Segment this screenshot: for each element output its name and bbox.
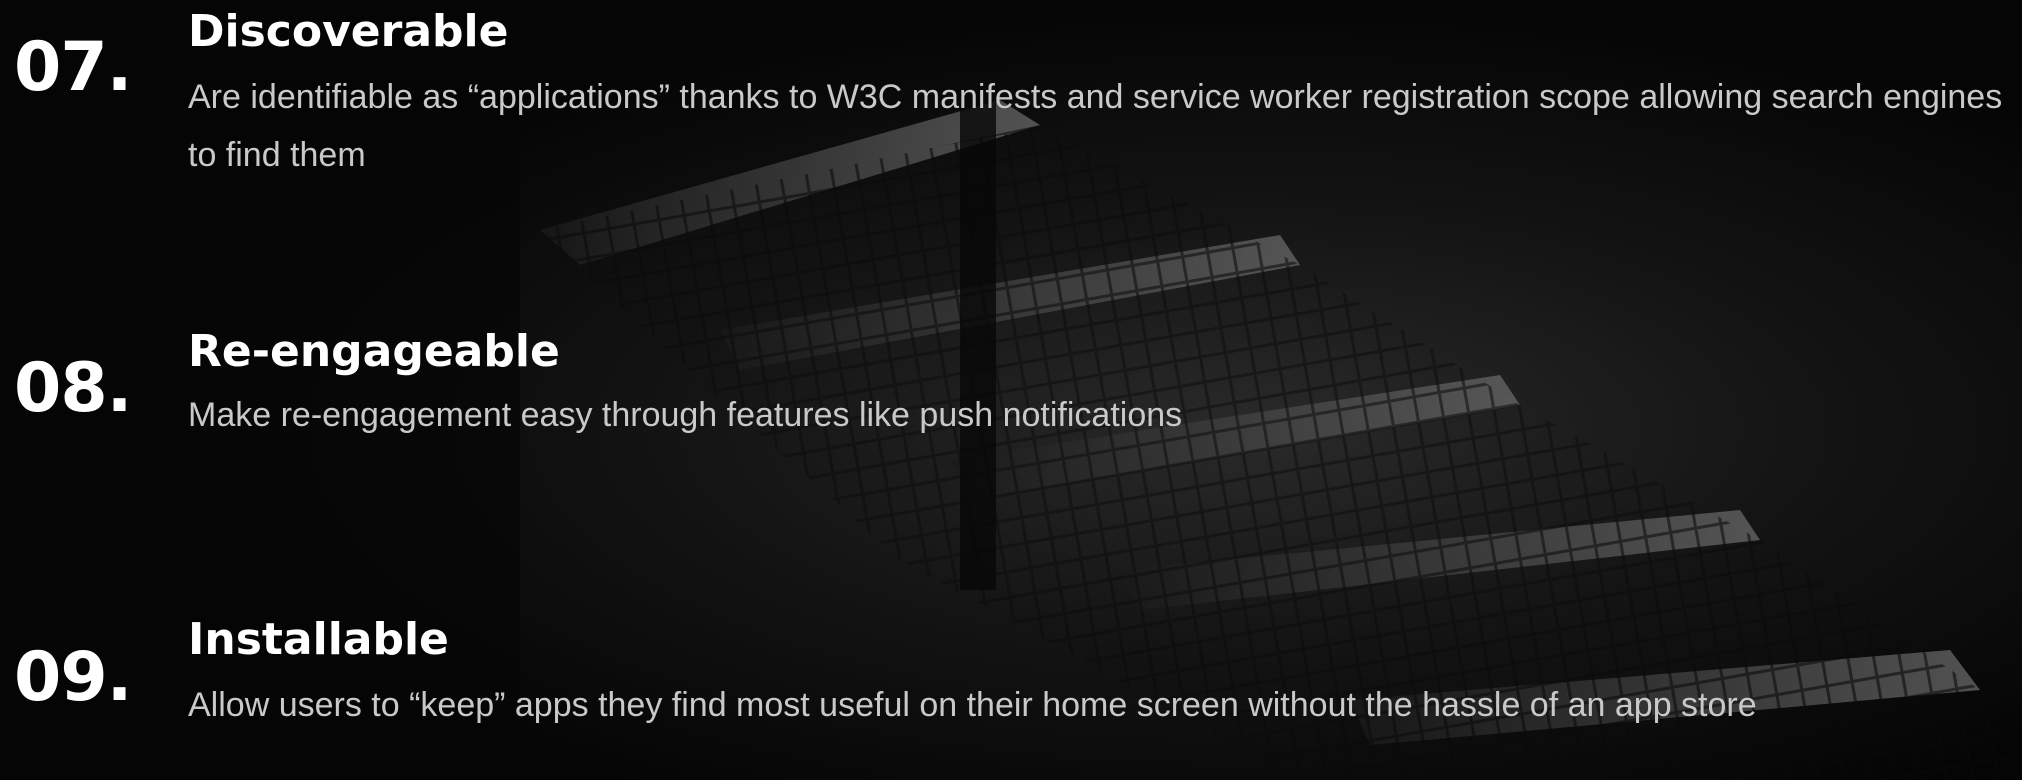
feature-title: Discoverable xyxy=(188,6,509,57)
feature-description: Allow users to “keep” apps they find mos… xyxy=(188,686,1757,724)
feature-number: 07. xyxy=(14,28,132,107)
feature-description: Are identifiable as “applications” thank… xyxy=(188,78,2003,174)
feature-description: Make re-engagement easy through features… xyxy=(188,396,1183,434)
feature-number: 08. xyxy=(14,349,132,428)
feature-title: Re-engageable xyxy=(188,326,560,377)
feature-title: Installable xyxy=(188,614,449,665)
feature-number: 09. xyxy=(14,638,132,717)
